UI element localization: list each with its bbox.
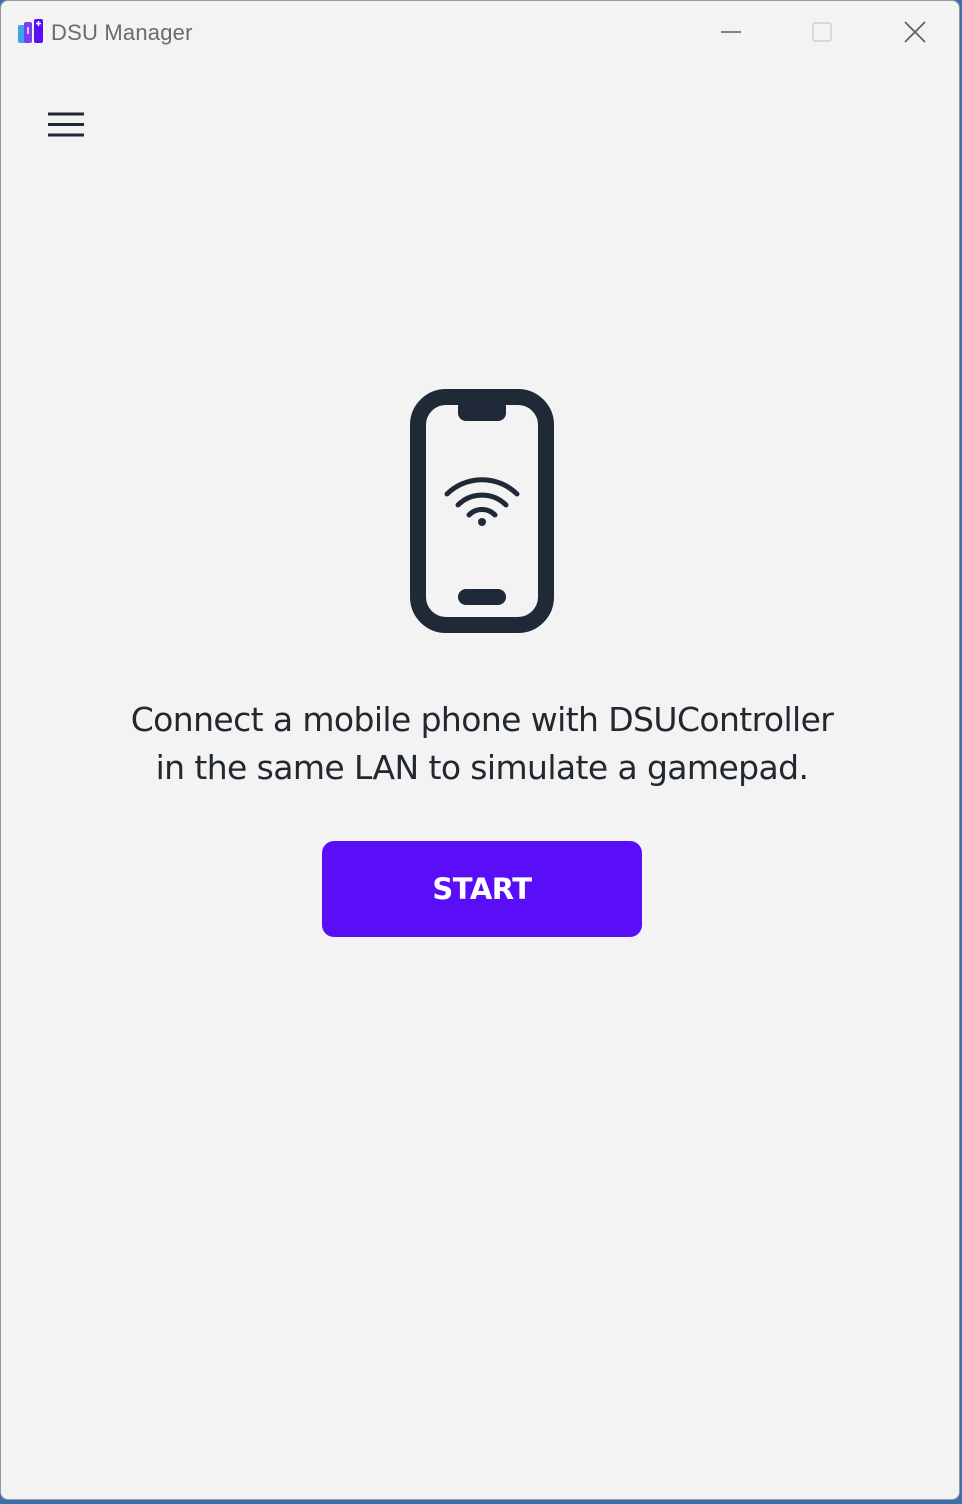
start-button[interactable]: START [322, 841, 642, 937]
app-window: DSU Manager Connect a mobile phone with … [0, 0, 960, 1500]
close-button[interactable] [869, 1, 959, 63]
title-bar[interactable]: DSU Manager [1, 1, 959, 65]
phone-wifi-icon [410, 389, 554, 633]
instruction-text: Connect a mobile phone with DSUControlle… [81, 696, 883, 792]
minimize-icon [721, 31, 741, 33]
window-title: DSU Manager [51, 20, 193, 45]
menu-button[interactable] [37, 101, 95, 149]
instruction-line-2: in the same LAN to simulate a gamepad. [155, 748, 809, 787]
minimize-button[interactable] [685, 1, 777, 63]
hamburger-menu-icon [48, 112, 84, 137]
maximize-button[interactable] [776, 1, 868, 63]
maximize-icon [812, 22, 832, 42]
close-icon [904, 21, 926, 43]
instruction-line-1: Connect a mobile phone with DSUControlle… [130, 700, 834, 739]
dsu-app-icon [18, 19, 43, 43]
